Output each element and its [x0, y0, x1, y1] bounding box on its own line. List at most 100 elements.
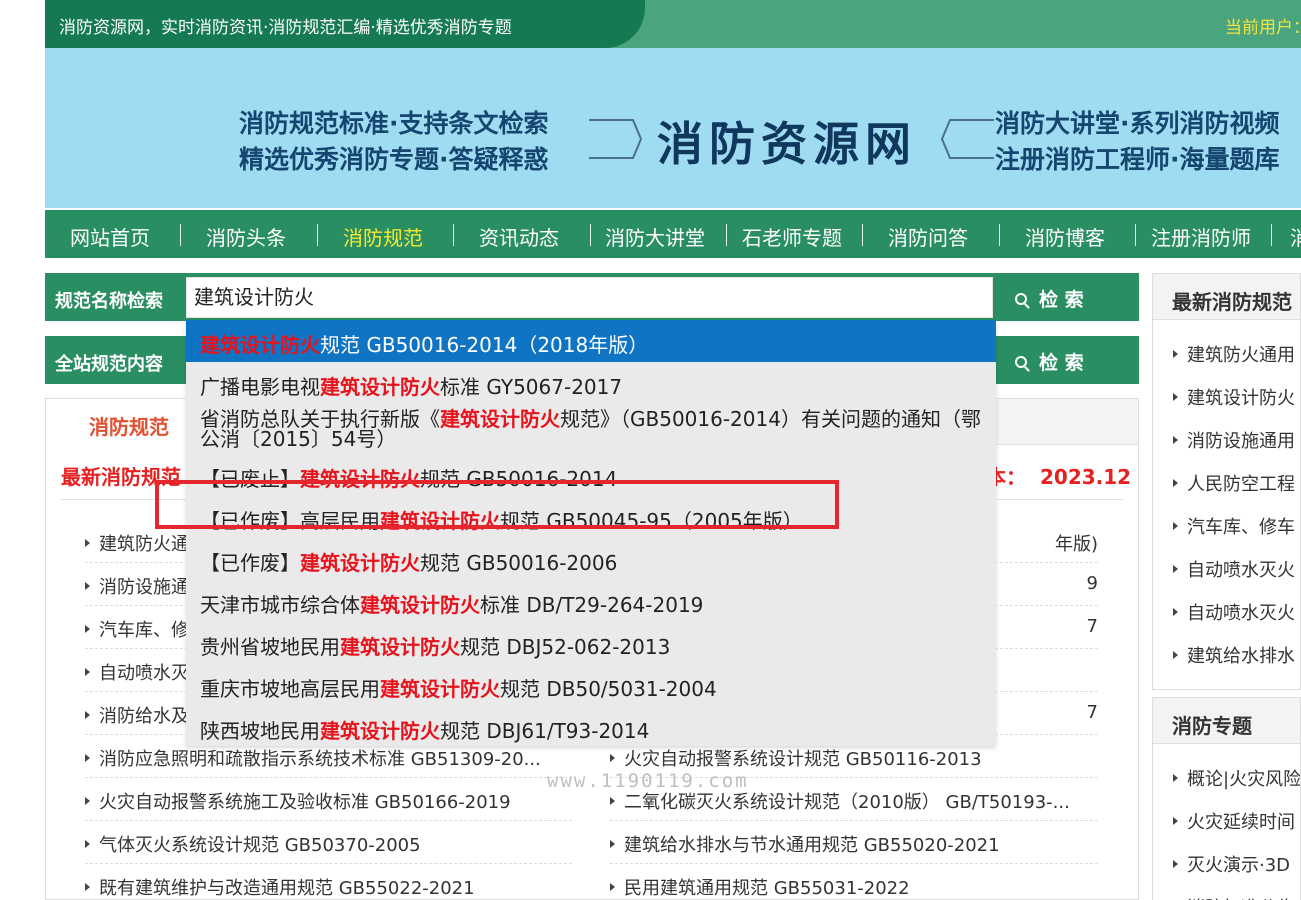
list-item[interactable]: 既有建筑维护与改造通用规范 GB55022-2021 [85, 865, 572, 900]
suggestion-item[interactable]: 省消防总队关于执行新版《建筑设计防火规范》（GB50016-2014）有关问题的… [186, 404, 996, 454]
list-item-label: 气体灭火系统设计规范 GB50370-2005 [99, 835, 421, 856]
sidebar-item[interactable]: 消防标准公告 [1173, 894, 1295, 900]
sidebar-item[interactable]: 建筑防火通用 [1173, 341, 1295, 367]
suggestion-highlight: 建筑设计防火 [440, 407, 560, 431]
search-icon [1015, 355, 1027, 368]
suggestion-text: 规范 DBJ52-062-2013 [460, 635, 671, 659]
sidebar-item[interactable]: 自动喷水灭火 [1173, 556, 1295, 582]
nav-item-home[interactable]: 网站首页 [70, 222, 150, 251]
watermark: www.1190119.com [547, 770, 749, 792]
main-nav: 网站首页 消防头条 消防规范 资讯动态 消防大讲堂 石老师专题 消防问答 消防博… [45, 210, 1301, 258]
suggestion-text: 规范 GB50016-2014（2018年版） [320, 333, 649, 357]
suggestion-highlight: 建筑设计防火 [340, 635, 460, 659]
suggestion-item[interactable]: 广播电影电视建筑设计防火标准 GY5067-2017 [186, 362, 996, 404]
bullet-icon [85, 883, 90, 891]
sidebar-topics-title: 消防专题 [1153, 698, 1300, 744]
sidebar-item[interactable]: 建筑给水排水 [1173, 642, 1295, 668]
nav-item-headlines[interactable]: 消防头条 [206, 222, 286, 251]
site-logo[interactable]: 消防资源网 [657, 108, 917, 174]
top-bar: 消防资源网，实时消防资讯·消防规范汇编·精选优秀消防专题 当前用户： [45, 0, 1301, 48]
nav-separator [180, 224, 181, 246]
list-item-label: 消防设施通 [99, 577, 189, 598]
sidebar-item[interactable]: 建筑设计防火 [1173, 384, 1295, 410]
sidebar-item-label: 建筑设计防火 [1187, 388, 1295, 409]
suggestion-text: 规范 DBJ61/T93-2014 [440, 719, 650, 743]
banner-right-line1: 消防大讲堂·系列消防视频 [995, 109, 1280, 138]
list-item-label: 9 [1086, 573, 1098, 594]
suggestion-highlight: 建筑设计防火 [360, 593, 480, 617]
bullet-icon [1173, 817, 1178, 825]
nav-item-more[interactable]: 消 [1290, 222, 1301, 251]
banner-left-line1: 消防规范标准·支持条文检索 [239, 109, 549, 138]
bullet-icon [610, 797, 615, 805]
name-search-button[interactable]: 检 索 [1015, 285, 1084, 312]
suggestion-text: 重庆市坡地高层民用 [200, 677, 380, 701]
sidebar-item-label: 概论|火灾风险 [1187, 769, 1301, 790]
sidebar-item-label: 汽车库、修车 [1187, 517, 1295, 538]
list-item[interactable]: 民用建筑通用规范 GB55031-2022 [610, 865, 1098, 900]
sidebar-topics: 消防专题 概论|火灾风险火灾延续时间灭火演示·3D 消防标准公告 [1152, 697, 1301, 900]
suggestion-text: 标准 DB/T29-264-2019 [480, 593, 704, 617]
bullet-icon [85, 582, 90, 590]
nav-item-lectures[interactable]: 消防大讲堂 [605, 222, 705, 251]
bullet-icon [1173, 565, 1178, 573]
suggestion-text: 标准 GY5067-2017 [440, 375, 623, 399]
nav-item-news[interactable]: 资讯动态 [479, 222, 559, 251]
bullet-icon [1173, 522, 1178, 530]
bullet-icon [1173, 479, 1178, 487]
nav-item-blog[interactable]: 消防博客 [1025, 222, 1105, 251]
nav-separator [726, 224, 727, 246]
banner-right-text: 消防大讲堂·系列消防视频 注册消防工程师·海量题库 [995, 106, 1280, 178]
nav-item-topics[interactable]: 石老师专题 [742, 222, 842, 251]
list-item[interactable]: 建筑给水排水与节水通用规范 GB55020-2021 [610, 822, 1098, 864]
list-item-label: 二氧化碳灭火系统设计规范（2010版） GB/T50193-... [624, 792, 1070, 813]
nav-separator [862, 224, 863, 246]
sidebar-item[interactable]: 灭火演示·3D [1173, 851, 1290, 877]
chevron-left-icon [940, 119, 994, 159]
search-icon [1015, 292, 1027, 305]
suggestion-item[interactable]: 陕西坡地民用建筑设计防火规范 DBJ61/T93-2014 [186, 706, 996, 746]
list-item-label: 消防应急照明和疏散指示系统技术标准 GB51309-20... [99, 749, 541, 770]
sidebar-latest-title: 最新消防规范 [1153, 274, 1300, 320]
nav-item-qa[interactable]: 消防问答 [888, 222, 968, 251]
highlight-box [155, 480, 839, 529]
list-item-label: 火灾自动报警系统设计规范 GB50116-2013 [624, 749, 982, 770]
sidebar-item[interactable]: 消防设施通用 [1173, 427, 1295, 453]
name-search-input[interactable]: 建筑设计防火 [186, 277, 993, 318]
suggestion-item[interactable]: 建筑设计防火规范 GB50016-2014（2018年版） [186, 320, 996, 362]
bullet-icon [610, 754, 615, 762]
nav-item-standards[interactable]: 消防规范 [343, 222, 423, 251]
sidebar-latest: 最新消防规范 建筑防火通用建筑设计防火 消防设施通用 人民防空工程 汽车库、修车自动喷… [1152, 273, 1301, 690]
sidebar-item[interactable]: 自动喷水灭火 [1173, 599, 1295, 625]
list-item-label: 自动喷水灭 [99, 663, 189, 684]
suggestion-text: 贵州省坡地民用 [200, 635, 340, 659]
nav-item-engineer[interactable]: 注册消防师 [1151, 222, 1251, 251]
nav-separator [317, 224, 318, 246]
tab-standards[interactable]: 消防规范 [46, 399, 196, 446]
bullet-icon [1173, 350, 1178, 358]
bullet-icon [85, 668, 90, 676]
list-item[interactable]: 气体灭火系统设计规范 GB50370-2005 [85, 822, 572, 864]
suggestion-text: 规范 GB50016-2006 [420, 551, 618, 575]
sidebar-item[interactable]: 概论|火灾风险 [1173, 765, 1301, 791]
suggestion-item[interactable]: 重庆市坡地高层民用建筑设计防火规范 DB50/5031-2004 [186, 664, 996, 706]
suggestion-item[interactable]: 贵州省坡地民用建筑设计防火规范 DBJ52-062-2013 [186, 622, 996, 664]
bullet-icon [1173, 608, 1178, 616]
version-info: 本： 2023.12 [986, 461, 1131, 490]
suggestion-item[interactable]: 天津市城市综合体建筑设计防火标准 DB/T29-264-2019 [186, 580, 996, 622]
list-item[interactable]: 火灾自动报警系统施工及验收标准 GB50166-2019 [85, 779, 572, 821]
sidebar-item[interactable]: 火灾延续时间 [1173, 808, 1295, 834]
sidebar-item-label: 灭火演示·3D [1187, 855, 1291, 876]
sidebar-item-label: 消防设施通用 [1187, 431, 1295, 452]
sidebar-item[interactable]: 汽车库、修车 [1173, 513, 1295, 539]
nav-separator [453, 224, 454, 246]
suggestion-item[interactable]: 【已作废】建筑设计防火规范 GB50016-2006 [186, 538, 996, 580]
fulltext-search-button[interactable]: 检 索 [1015, 348, 1084, 375]
banner-right-line2: 注册消防工程师·海量题库 [995, 145, 1280, 174]
bullet-icon [85, 840, 90, 848]
sidebar-item[interactable]: 人民防空工程 [1173, 470, 1295, 496]
name-search-bar: 规范名称检索 建筑设计防火 检 索 [45, 273, 1139, 321]
suggestion-text: 天津市城市综合体 [200, 593, 360, 617]
sidebar-item-label: 人民防空工程 [1187, 474, 1295, 495]
fulltext-search-button-label: 检 索 [1039, 352, 1084, 374]
